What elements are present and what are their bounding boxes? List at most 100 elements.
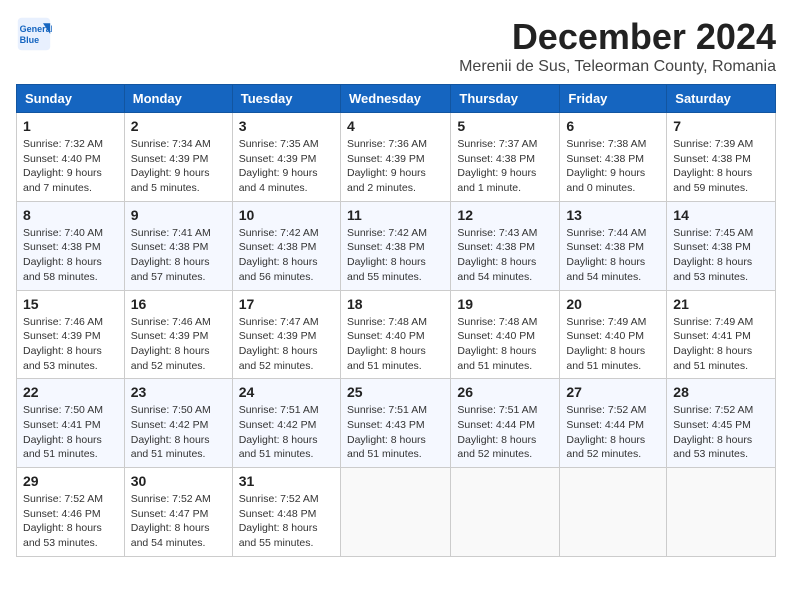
- calendar-cell: [340, 468, 450, 557]
- day-number: 2: [131, 118, 226, 134]
- day-number: 17: [239, 296, 334, 312]
- calendar-cell: [560, 468, 667, 557]
- day-info: Sunrise: 7:48 AMSunset: 4:40 PMDaylight:…: [457, 315, 553, 374]
- calendar-cell: 5 Sunrise: 7:37 AMSunset: 4:38 PMDaylight…: [451, 113, 560, 202]
- calendar-cell: 11 Sunrise: 7:42 AMSunset: 4:38 PMDayligh…: [340, 201, 450, 290]
- day-info: Sunrise: 7:40 AMSunset: 4:38 PMDaylight:…: [23, 226, 118, 285]
- calendar-cell: 3 Sunrise: 7:35 AMSunset: 4:39 PMDaylight…: [232, 113, 340, 202]
- day-number: 15: [23, 296, 118, 312]
- day-number: 8: [23, 207, 118, 223]
- day-info: Sunrise: 7:42 AMSunset: 4:38 PMDaylight:…: [347, 226, 444, 285]
- day-number: 13: [566, 207, 660, 223]
- day-number: 14: [673, 207, 769, 223]
- day-number: 23: [131, 384, 226, 400]
- weekday-header: Sunday: [17, 85, 125, 113]
- day-info: Sunrise: 7:37 AMSunset: 4:38 PMDaylight:…: [457, 137, 553, 196]
- title-block: December 2024 Merenii de Sus, Teleorman …: [459, 16, 776, 76]
- calendar-cell: [451, 468, 560, 557]
- day-number: 29: [23, 473, 118, 489]
- calendar-cell: 23 Sunrise: 7:50 AMSunset: 4:42 PMDayligh…: [124, 379, 232, 468]
- weekday-header: Wednesday: [340, 85, 450, 113]
- calendar-cell: 21 Sunrise: 7:49 AMSunset: 4:41 PMDayligh…: [667, 290, 776, 379]
- day-info: Sunrise: 7:46 AMSunset: 4:39 PMDaylight:…: [23, 315, 118, 374]
- day-info: Sunrise: 7:32 AMSunset: 4:40 PMDaylight:…: [23, 137, 118, 196]
- day-number: 5: [457, 118, 553, 134]
- day-number: 30: [131, 473, 226, 489]
- calendar-table: SundayMondayTuesdayWednesdayThursdayFrid…: [16, 84, 776, 557]
- day-number: 11: [347, 207, 444, 223]
- day-number: 10: [239, 207, 334, 223]
- calendar-cell: 31 Sunrise: 7:52 AMSunset: 4:48 PMDayligh…: [232, 468, 340, 557]
- day-info: Sunrise: 7:36 AMSunset: 4:39 PMDaylight:…: [347, 137, 444, 196]
- day-info: Sunrise: 7:42 AMSunset: 4:38 PMDaylight:…: [239, 226, 334, 285]
- calendar-cell: 8 Sunrise: 7:40 AMSunset: 4:38 PMDaylight…: [17, 201, 125, 290]
- day-number: 4: [347, 118, 444, 134]
- calendar-cell: 22 Sunrise: 7:50 AMSunset: 4:41 PMDayligh…: [17, 379, 125, 468]
- day-number: 9: [131, 207, 226, 223]
- day-info: Sunrise: 7:44 AMSunset: 4:38 PMDaylight:…: [566, 226, 660, 285]
- day-info: Sunrise: 7:34 AMSunset: 4:39 PMDaylight:…: [131, 137, 226, 196]
- day-info: Sunrise: 7:43 AMSunset: 4:38 PMDaylight:…: [457, 226, 553, 285]
- calendar-cell: 18 Sunrise: 7:48 AMSunset: 4:40 PMDayligh…: [340, 290, 450, 379]
- day-info: Sunrise: 7:51 AMSunset: 4:42 PMDaylight:…: [239, 403, 334, 462]
- day-info: Sunrise: 7:49 AMSunset: 4:40 PMDaylight:…: [566, 315, 660, 374]
- day-number: 24: [239, 384, 334, 400]
- calendar-cell: 2 Sunrise: 7:34 AMSunset: 4:39 PMDaylight…: [124, 113, 232, 202]
- day-number: 31: [239, 473, 334, 489]
- day-info: Sunrise: 7:38 AMSunset: 4:38 PMDaylight:…: [566, 137, 660, 196]
- day-info: Sunrise: 7:52 AMSunset: 4:47 PMDaylight:…: [131, 492, 226, 551]
- logo: General Blue: [16, 16, 52, 52]
- calendar-cell: 1 Sunrise: 7:32 AMSunset: 4:40 PMDaylight…: [17, 113, 125, 202]
- page-header: General Blue December 2024 Merenii de Su…: [16, 16, 776, 76]
- day-number: 22: [23, 384, 118, 400]
- weekday-header: Monday: [124, 85, 232, 113]
- calendar-cell: 15 Sunrise: 7:46 AMSunset: 4:39 PMDayligh…: [17, 290, 125, 379]
- calendar-cell: 4 Sunrise: 7:36 AMSunset: 4:39 PMDaylight…: [340, 113, 450, 202]
- day-number: 1: [23, 118, 118, 134]
- day-number: 21: [673, 296, 769, 312]
- day-info: Sunrise: 7:51 AMSunset: 4:44 PMDaylight:…: [457, 403, 553, 462]
- day-number: 16: [131, 296, 226, 312]
- calendar-cell: 17Sunrise: 7:47 AMSunset: 4:39 PMDayligh…: [232, 290, 340, 379]
- day-info: Sunrise: 7:48 AMSunset: 4:40 PMDaylight:…: [347, 315, 444, 374]
- calendar-cell: 26Sunrise: 7:51 AMSunset: 4:44 PMDayligh…: [451, 379, 560, 468]
- day-info: Sunrise: 7:35 AMSunset: 4:39 PMDaylight:…: [239, 137, 334, 196]
- day-number: 25: [347, 384, 444, 400]
- day-info: Sunrise: 7:52 AMSunset: 4:45 PMDaylight:…: [673, 403, 769, 462]
- calendar-cell: 12Sunrise: 7:43 AMSunset: 4:38 PMDayligh…: [451, 201, 560, 290]
- day-info: Sunrise: 7:45 AMSunset: 4:38 PMDaylight:…: [673, 226, 769, 285]
- calendar-cell: 9 Sunrise: 7:41 AMSunset: 4:38 PMDaylight…: [124, 201, 232, 290]
- month-title: December 2024: [459, 16, 776, 58]
- day-info: Sunrise: 7:52 AMSunset: 4:48 PMDaylight:…: [239, 492, 334, 551]
- day-info: Sunrise: 7:51 AMSunset: 4:43 PMDaylight:…: [347, 403, 444, 462]
- calendar-cell: 28 Sunrise: 7:52 AMSunset: 4:45 PMDayligh…: [667, 379, 776, 468]
- weekday-header: Saturday: [667, 85, 776, 113]
- svg-text:Blue: Blue: [20, 35, 40, 45]
- calendar-cell: 24 Sunrise: 7:51 AMSunset: 4:42 PMDayligh…: [232, 379, 340, 468]
- day-number: 27: [566, 384, 660, 400]
- calendar-cell: 20 Sunrise: 7:49 AMSunset: 4:40 PMDayligh…: [560, 290, 667, 379]
- day-info: Sunrise: 7:52 AMSunset: 4:46 PMDaylight:…: [23, 492, 118, 551]
- calendar-cell: 29 Sunrise: 7:52 AMSunset: 4:46 PMDayligh…: [17, 468, 125, 557]
- day-number: 28: [673, 384, 769, 400]
- day-number: 20: [566, 296, 660, 312]
- calendar-cell: 19 Sunrise: 7:48 AMSunset: 4:40 PMDayligh…: [451, 290, 560, 379]
- calendar-cell: 27 Sunrise: 7:52 AMSunset: 4:44 PMDayligh…: [560, 379, 667, 468]
- day-number: 3: [239, 118, 334, 134]
- calendar-cell: 13 Sunrise: 7:44 AMSunset: 4:38 PMDayligh…: [560, 201, 667, 290]
- day-info: Sunrise: 7:49 AMSunset: 4:41 PMDaylight:…: [673, 315, 769, 374]
- calendar-cell: 16Sunrise: 7:46 AMSunset: 4:39 PMDayligh…: [124, 290, 232, 379]
- day-number: 18: [347, 296, 444, 312]
- day-info: Sunrise: 7:52 AMSunset: 4:44 PMDaylight:…: [566, 403, 660, 462]
- calendar-cell: 14 Sunrise: 7:45 AMSunset: 4:38 PMDayligh…: [667, 201, 776, 290]
- calendar-cell: 6Sunrise: 7:38 AMSunset: 4:38 PMDaylight…: [560, 113, 667, 202]
- day-info: Sunrise: 7:41 AMSunset: 4:38 PMDaylight:…: [131, 226, 226, 285]
- calendar-cell: 25 Sunrise: 7:51 AMSunset: 4:43 PMDayligh…: [340, 379, 450, 468]
- day-info: Sunrise: 7:50 AMSunset: 4:41 PMDaylight:…: [23, 403, 118, 462]
- weekday-header: Tuesday: [232, 85, 340, 113]
- calendar-cell: 10 Sunrise: 7:42 AMSunset: 4:38 PMDayligh…: [232, 201, 340, 290]
- calendar-cell: 30 Sunrise: 7:52 AMSunset: 4:47 PMDayligh…: [124, 468, 232, 557]
- day-number: 19: [457, 296, 553, 312]
- day-info: Sunrise: 7:50 AMSunset: 4:42 PMDaylight:…: [131, 403, 226, 462]
- day-number: 7: [673, 118, 769, 134]
